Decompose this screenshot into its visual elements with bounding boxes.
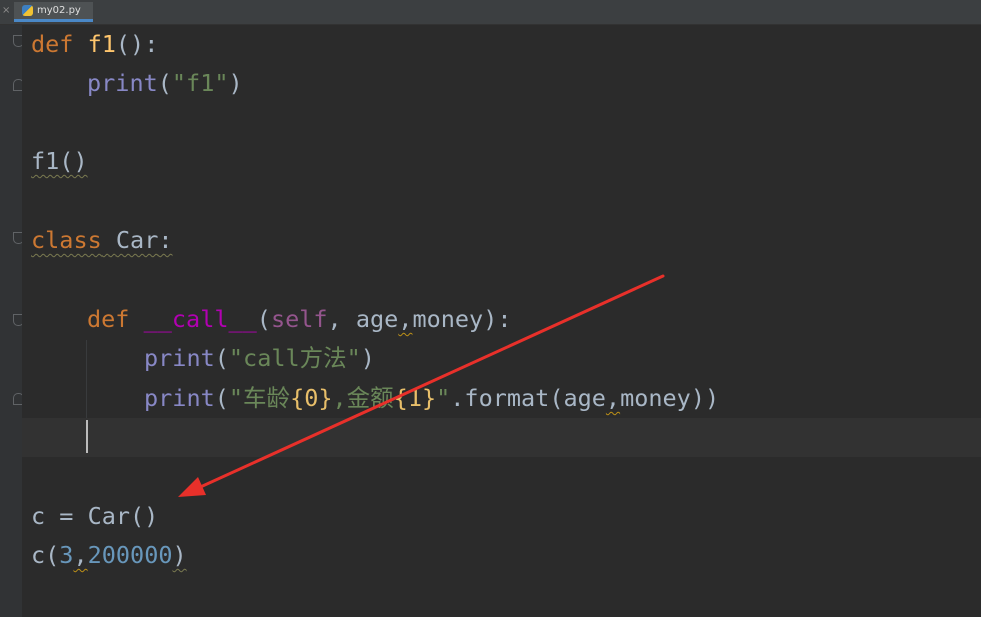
annotation-arrow-icon xyxy=(178,274,665,497)
